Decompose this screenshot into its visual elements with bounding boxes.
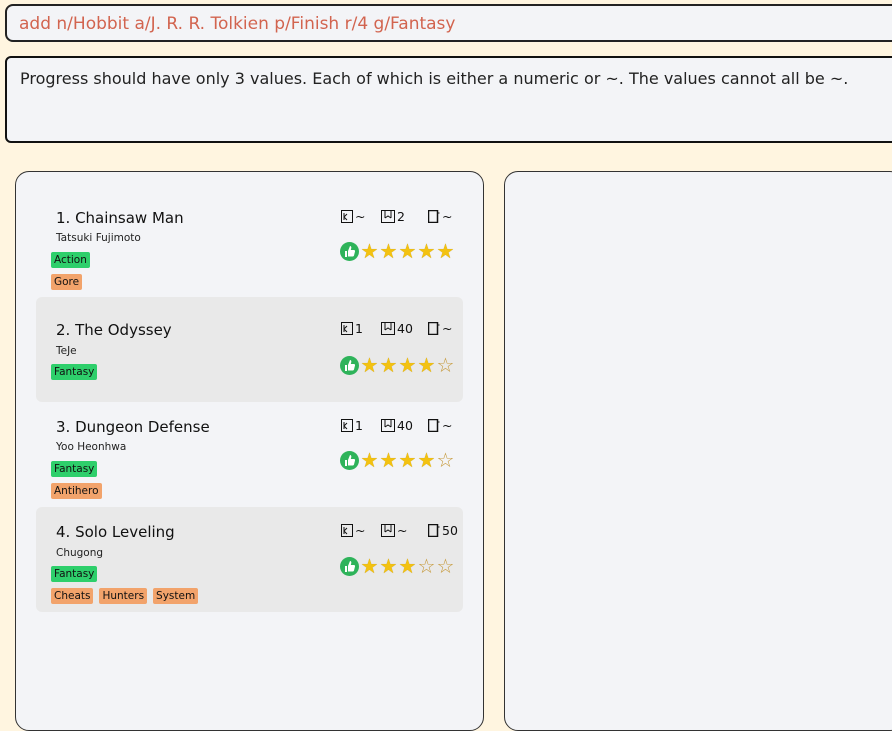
volume-icon [341,419,353,432]
star-icon: ★ [417,448,436,472]
tag: Cheats [51,588,94,604]
star-icon: ★ [379,554,398,578]
chapter-progress: 40 [381,418,428,433]
rating: ★ ★ ★ ★ ☆ [340,355,455,375]
tag: System [153,588,199,604]
chapter-icon [381,322,395,335]
tag: Antihero [51,483,102,499]
star-icon: ★ [360,353,379,377]
thumbs-up-icon [340,556,359,576]
page-progress: 50 [428,523,458,538]
thumbs-up-icon [340,355,359,375]
tag: Hunters [99,588,148,604]
volume-progress: ~ [341,523,381,538]
star-icon: ★ [398,239,417,263]
page-icon [428,419,440,432]
chapter-icon [381,524,395,537]
book-author: Yoo Heonhwa [56,441,127,453]
star-icon: ☆ [436,448,455,472]
book-author: Chugong [56,547,104,559]
other-tags: Cheats Hunters System [51,588,199,604]
list-item[interactable]: 1. Chainsaw Man Tatsuki Fujimoto Action … [36,195,463,295]
star-icon: ★ [360,554,379,578]
book-title: 1. Chainsaw Man [56,209,184,227]
page-progress: ~ [428,209,452,224]
tag: Gore [51,274,83,290]
page-progress: ~ [428,418,452,433]
volume-icon [341,210,353,223]
list-item[interactable]: 2. The Odyssey TeJe Fantasy 1 40 ~ ★ ★ ★… [36,297,463,402]
star-icon: ★ [379,448,398,472]
book-author: Tatsuki Fujimoto [56,232,141,244]
volume-progress: 1 [341,418,381,433]
chapter-progress: 2 [381,209,428,224]
chapter-progress: ~ [381,523,428,538]
page-icon [428,210,440,223]
page-icon [428,524,440,537]
rating: ★ ★ ★ ★ ★ [340,241,455,261]
result-display: Progress should have only 3 values. Each… [5,56,892,143]
progress: ~ ~ 50 [341,523,458,538]
star-icon: ☆ [436,353,455,377]
rating: ★ ★ ★ ☆ ☆ [340,556,455,576]
book-title: 4. Solo Leveling [56,523,175,541]
page-progress: ~ [428,321,452,336]
chapter-icon [381,210,395,223]
command-input[interactable]: add n/Hobbit a/J. R. R. Tolkien p/Finish… [5,4,892,42]
volume-icon [341,524,353,537]
thumbs-up-icon [340,450,359,470]
star-icon: ★ [379,353,398,377]
genre-tag: Fantasy [51,364,98,380]
detail-panel [504,171,892,731]
genre-tag: Action [51,252,90,268]
genre-tags: Fantasy [51,566,98,582]
progress: 1 40 ~ [341,321,452,336]
star-icon: ☆ [417,554,436,578]
star-icon: ★ [436,239,455,263]
star-icon: ★ [398,554,417,578]
book-author: TeJe [56,345,77,357]
book-list-panel[interactable]: 1. Chainsaw Man Tatsuki Fujimoto Action … [15,171,484,731]
genre-tags: Fantasy [51,364,98,380]
book-title: 3. Dungeon Defense [56,418,210,436]
progress: 1 40 ~ [341,418,452,433]
page-icon [428,322,440,335]
list-item[interactable]: 4. Solo Leveling Chugong Fantasy Cheats … [36,507,463,612]
chapter-icon [381,419,395,432]
star-icon: ★ [398,353,417,377]
chapter-progress: 40 [381,321,428,336]
genre-tag: Fantasy [51,566,98,582]
star-icon: ★ [417,239,436,263]
star-icon: ★ [360,448,379,472]
book-title: 2. The Odyssey [56,321,172,339]
volume-progress: 1 [341,321,381,336]
star-icon: ★ [360,239,379,263]
star-icon: ★ [417,353,436,377]
genre-tags: Action [51,252,90,268]
other-tags: Antihero [51,483,102,499]
volume-progress: ~ [341,209,381,224]
volume-icon [341,322,353,335]
star-icon: ★ [379,239,398,263]
star-icon: ★ [398,448,417,472]
list-item[interactable]: 3. Dungeon Defense Yoo Heonhwa Fantasy A… [36,404,463,504]
rating: ★ ★ ★ ★ ☆ [340,450,455,470]
progress: ~ 2 ~ [341,209,452,224]
genre-tag: Fantasy [51,461,98,477]
genre-tags: Fantasy [51,461,98,477]
thumbs-up-icon [340,241,359,261]
star-icon: ☆ [436,554,455,578]
other-tags: Gore [51,274,83,290]
